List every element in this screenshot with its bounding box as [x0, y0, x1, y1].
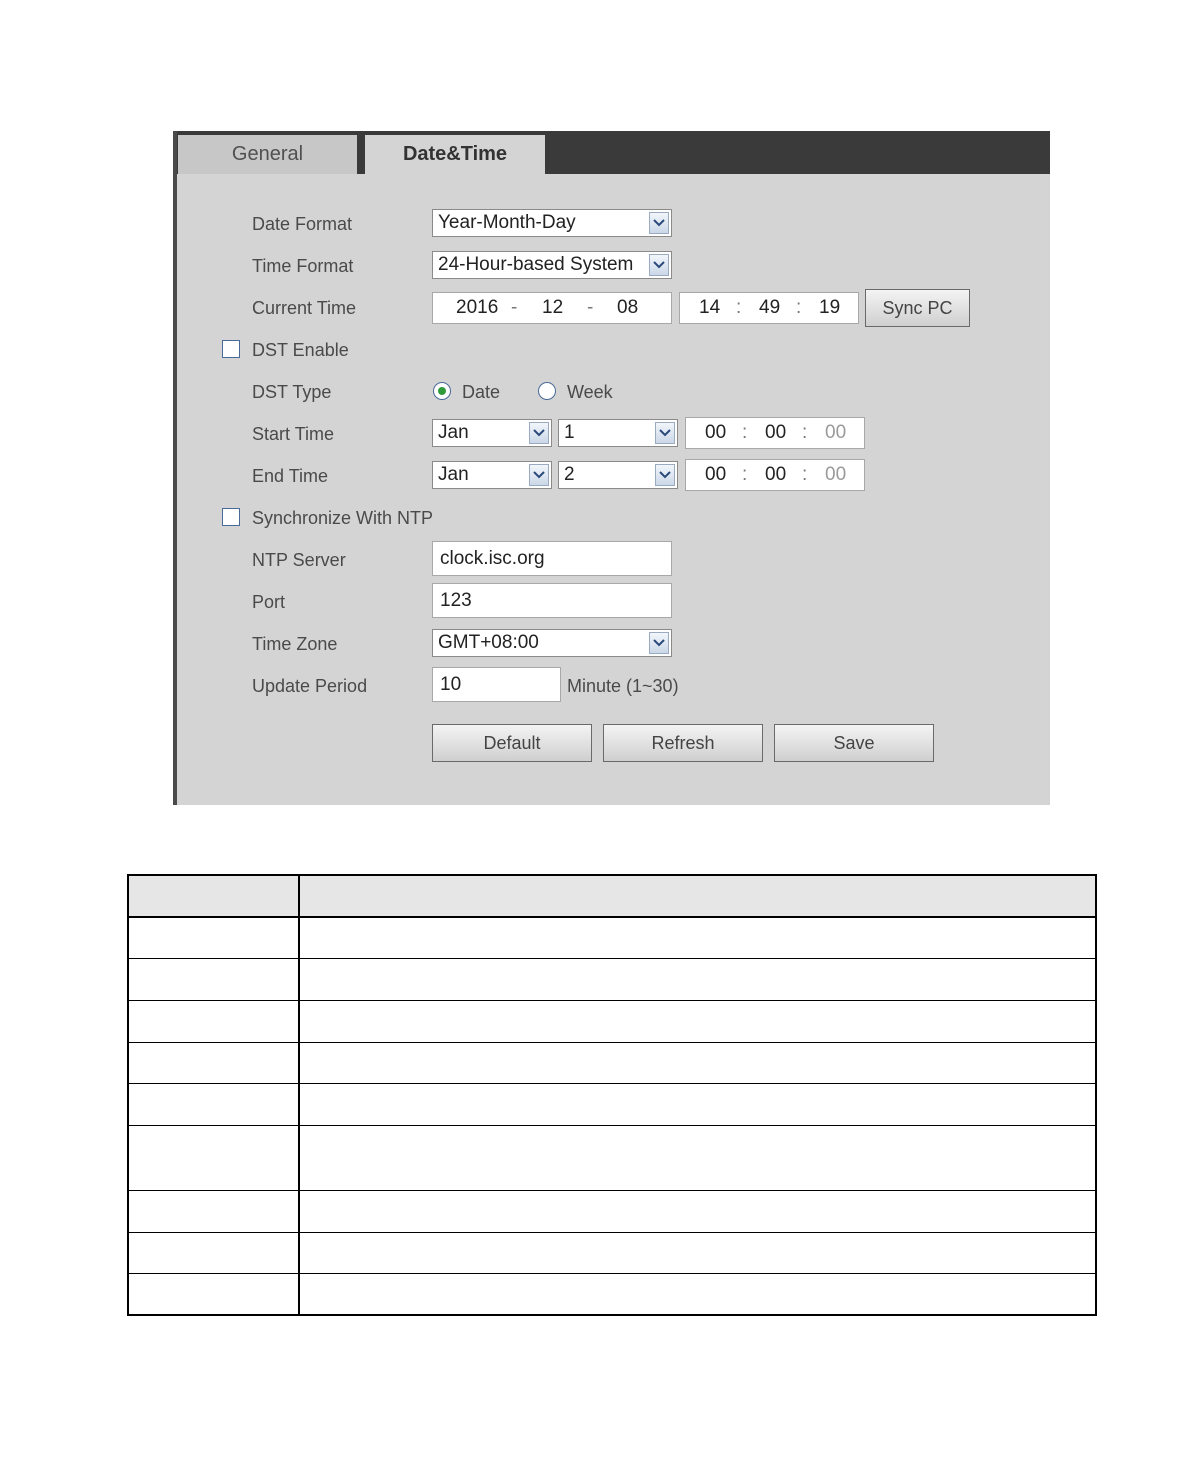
table-row-divider — [129, 1042, 1095, 1043]
end-day-value: 2 — [564, 464, 575, 485]
end-month-select[interactable]: Jan — [432, 461, 552, 489]
date-format-label: Date Format — [252, 214, 353, 234]
time-format-select[interactable]: 24-Hour-based System — [432, 251, 672, 279]
dst-type-date-radio[interactable] — [433, 382, 451, 400]
dst-enable-checkbox[interactable] — [222, 340, 240, 358]
year-value: 2016 — [456, 297, 499, 318]
table-row-divider — [129, 1232, 1095, 1233]
ntp-sync-label: Synchronize With NTP — [252, 508, 434, 528]
hour-value: 14 — [699, 297, 721, 318]
parameter-table — [127, 874, 1097, 1316]
end-month-value: Jan — [438, 464, 469, 485]
port-label: Port — [252, 592, 286, 612]
time-format-label: Time Format — [252, 256, 354, 276]
end-second-value: 00 — [825, 464, 847, 485]
time-separator: : — [736, 297, 742, 318]
time-zone-select[interactable]: GMT+08:00 — [432, 629, 672, 657]
month-value: 12 — [542, 297, 564, 318]
update-period-unit: Minute (1~30) — [567, 676, 679, 696]
dst-type-week-label: Week — [567, 382, 613, 402]
table-row-divider — [129, 1273, 1095, 1274]
dst-type-week-radio[interactable] — [538, 382, 556, 400]
default-button[interactable]: Default — [432, 724, 592, 762]
ntp-sync-checkbox[interactable] — [222, 508, 240, 526]
table-row-divider — [129, 1083, 1095, 1084]
table-row-divider — [129, 958, 1095, 959]
end-minute-value: 00 — [765, 464, 787, 485]
update-period-label: Update Period — [252, 676, 368, 696]
current-time-field[interactable]: 14 : 49 : 19 — [679, 292, 859, 324]
start-minute-value: 00 — [765, 422, 787, 443]
update-period-input[interactable]: 10 — [432, 667, 561, 702]
table-column-divider — [298, 876, 300, 1314]
time-separator: : — [742, 422, 748, 443]
chevron-down-icon — [529, 464, 549, 486]
start-second-value: 00 — [825, 422, 847, 443]
table-header-row — [129, 876, 1095, 917]
date-separator: - — [587, 297, 594, 318]
minute-value: 49 — [759, 297, 781, 318]
second-value: 19 — [819, 297, 841, 318]
table-row-divider — [129, 1125, 1095, 1126]
date-format-select[interactable]: Year-Month-Day — [432, 209, 672, 237]
tab-date-time[interactable]: Date&Time — [365, 135, 545, 174]
ntp-server-input[interactable]: clock.isc.org — [432, 541, 672, 576]
time-format-value: 24-Hour-based System — [438, 254, 634, 275]
start-hour-value: 00 — [705, 422, 727, 443]
settings-panel: General Date&Time Date Format Year-Month… — [173, 131, 1050, 805]
tab-general[interactable]: General — [178, 135, 357, 174]
dst-enable-label: DST Enable — [252, 340, 349, 360]
start-month-value: Jan — [438, 422, 469, 443]
dst-type-label: DST Type — [252, 382, 332, 402]
time-zone-label: Time Zone — [252, 634, 338, 654]
chevron-down-icon — [655, 464, 675, 486]
save-button[interactable]: Save — [774, 724, 934, 762]
tab-bar: General Date&Time — [173, 131, 1050, 174]
table-row-divider — [129, 1000, 1095, 1001]
day-value: 08 — [617, 297, 639, 318]
date-format-value: Year-Month-Day — [438, 212, 576, 233]
sync-pc-button[interactable]: Sync PC — [865, 289, 970, 327]
dst-type-date-label: Date — [462, 382, 501, 402]
end-time-label: End Time — [252, 466, 329, 486]
start-day-select[interactable]: 1 — [558, 419, 678, 447]
start-month-select[interactable]: Jan — [432, 419, 552, 447]
current-date-field[interactable]: 2016 - 12 - 08 — [432, 292, 672, 324]
end-day-select[interactable]: 2 — [558, 461, 678, 489]
end-time-field[interactable]: 00 : 00 : 00 — [685, 459, 865, 491]
ntp-server-label: NTP Server — [252, 550, 346, 570]
chevron-down-icon — [649, 254, 669, 276]
start-day-value: 1 — [564, 422, 575, 443]
chevron-down-icon — [649, 212, 669, 234]
chevron-down-icon — [655, 422, 675, 444]
time-separator: : — [802, 464, 808, 485]
radio-selected-icon — [438, 387, 446, 395]
time-separator: : — [742, 464, 748, 485]
start-time-label: Start Time — [252, 424, 335, 444]
time-separator: : — [796, 297, 802, 318]
chevron-down-icon — [529, 422, 549, 444]
panel-left-border — [173, 131, 177, 805]
table-row-divider — [129, 1190, 1095, 1191]
date-separator: - — [511, 297, 518, 318]
start-time-field[interactable]: 00 : 00 : 00 — [685, 417, 865, 449]
current-time-label: Current Time — [252, 298, 357, 318]
table-row-divider — [129, 916, 1095, 918]
port-input[interactable]: 123 — [432, 583, 672, 618]
refresh-button[interactable]: Refresh — [603, 724, 763, 762]
time-zone-value: GMT+08:00 — [438, 632, 539, 653]
time-separator: : — [802, 422, 808, 443]
chevron-down-icon — [649, 632, 669, 654]
end-hour-value: 00 — [705, 464, 727, 485]
